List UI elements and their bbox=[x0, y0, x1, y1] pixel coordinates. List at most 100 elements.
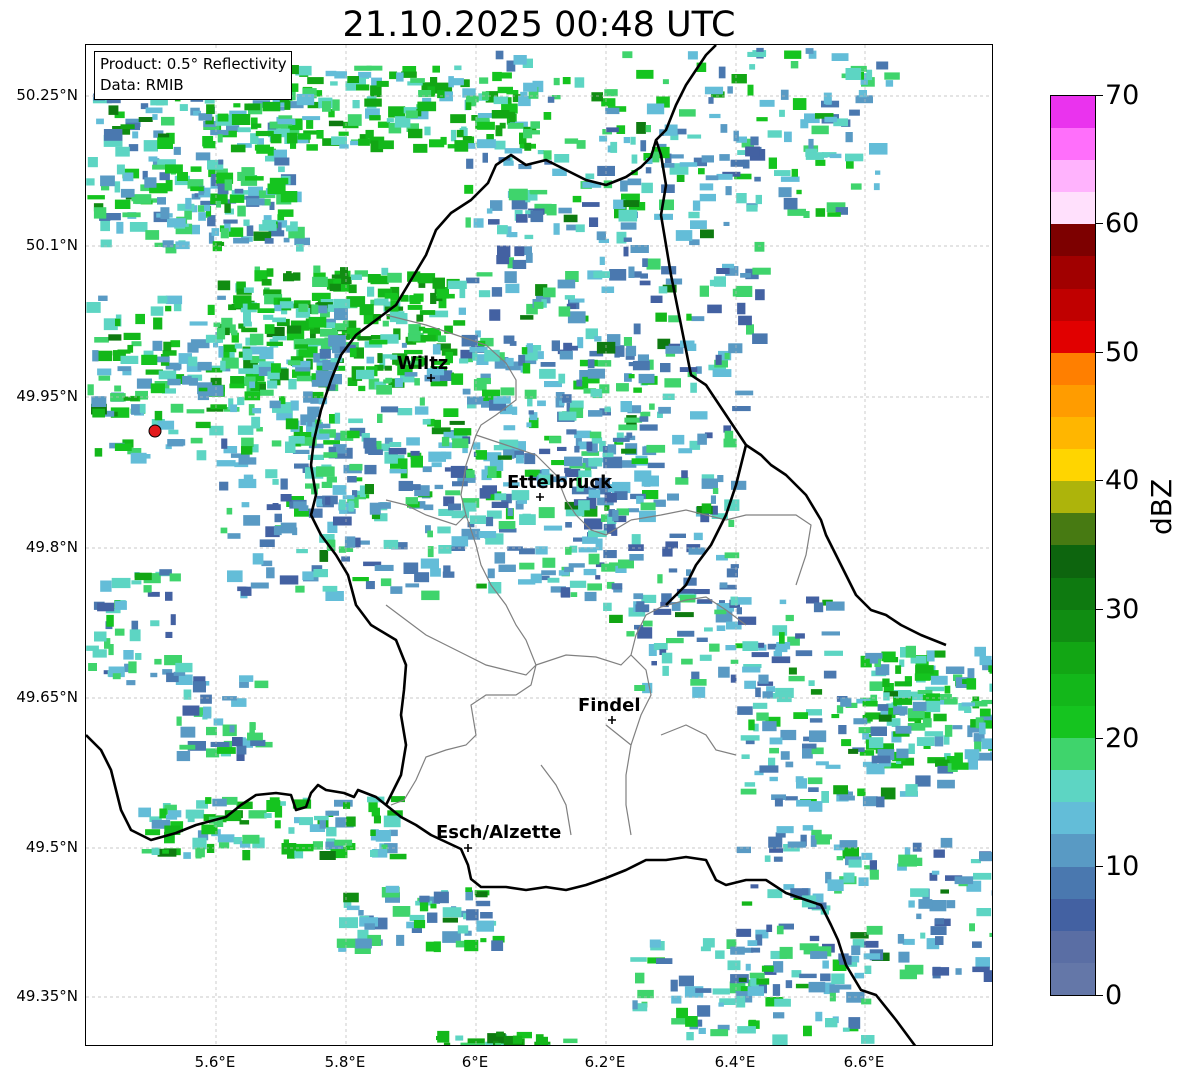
echo-cell bbox=[162, 849, 169, 854]
echo-cell bbox=[462, 388, 471, 395]
echo-cell bbox=[665, 541, 678, 549]
echo-cell bbox=[152, 340, 163, 351]
echo-cell bbox=[458, 307, 466, 315]
echo-cell bbox=[465, 470, 475, 478]
echo-cell bbox=[157, 137, 173, 149]
echo-cell bbox=[144, 177, 157, 188]
echo-cell bbox=[737, 1026, 756, 1034]
echo-cell bbox=[396, 72, 404, 82]
echo-cell bbox=[334, 412, 341, 424]
echo-cell bbox=[755, 289, 765, 301]
echo-cell bbox=[488, 219, 500, 225]
echo-cell bbox=[176, 751, 191, 762]
echo-cell bbox=[935, 759, 950, 767]
echo-cell bbox=[496, 1031, 504, 1037]
echo-cell bbox=[585, 173, 595, 180]
echo-cell bbox=[503, 160, 514, 166]
echo-cell bbox=[478, 290, 491, 298]
echo-cell bbox=[323, 440, 340, 445]
echo-cell bbox=[543, 525, 563, 531]
echo-cell bbox=[810, 689, 823, 695]
echo-cell bbox=[432, 65, 440, 73]
echo-cell bbox=[604, 493, 617, 503]
echo-cell bbox=[158, 370, 177, 380]
echo-cell bbox=[635, 972, 645, 984]
echo-cell bbox=[307, 77, 324, 85]
echo-cell bbox=[389, 442, 402, 447]
echo-cell bbox=[157, 295, 168, 304]
echo-cell bbox=[497, 245, 511, 258]
echo-cell bbox=[430, 903, 437, 909]
echo-cell bbox=[649, 403, 655, 410]
echo-cell bbox=[161, 116, 175, 126]
echo-cell bbox=[723, 221, 730, 226]
echo-cell bbox=[575, 224, 585, 233]
echo-cell bbox=[186, 409, 205, 414]
echo-cell bbox=[476, 920, 494, 932]
echo-cell bbox=[258, 224, 277, 231]
echo-cell bbox=[165, 814, 178, 820]
echo-cell bbox=[108, 105, 119, 115]
echo-cell bbox=[596, 231, 606, 241]
echo-cell bbox=[185, 197, 192, 209]
longitude-label: 6.2°E bbox=[584, 1053, 626, 1071]
echo-cell bbox=[347, 76, 359, 83]
echo-cell bbox=[165, 164, 183, 174]
echo-cell bbox=[587, 359, 595, 369]
echo-cell bbox=[508, 188, 528, 201]
colorbar-tick-label: 40 bbox=[1105, 465, 1140, 496]
echo-cell bbox=[446, 293, 455, 299]
echo-cell bbox=[296, 549, 308, 554]
echo-cell bbox=[934, 918, 945, 925]
echo-cell bbox=[390, 586, 403, 594]
echo-cell bbox=[413, 143, 428, 153]
echo-cell bbox=[150, 306, 164, 316]
echo-cell bbox=[981, 699, 992, 705]
echo-cell bbox=[330, 81, 338, 86]
product-label: Product: 0.5° Reflectivity bbox=[100, 55, 287, 73]
echo-cell bbox=[442, 917, 458, 923]
echo-cell bbox=[623, 246, 629, 257]
echo-cell bbox=[609, 614, 623, 623]
echo-cell bbox=[825, 764, 841, 769]
echo-cell bbox=[681, 658, 693, 665]
echo-cell bbox=[905, 784, 918, 796]
echo-cell bbox=[918, 899, 933, 909]
echo-cell bbox=[640, 502, 656, 511]
echo-cell bbox=[708, 97, 714, 104]
echo-cell bbox=[424, 126, 431, 136]
echo-cell bbox=[759, 765, 779, 773]
echo-cell bbox=[86, 178, 95, 186]
echo-cell bbox=[254, 144, 270, 151]
echo-cell bbox=[640, 140, 647, 152]
echo-cell bbox=[742, 159, 750, 169]
echo-cell bbox=[494, 140, 506, 150]
echo-cell bbox=[829, 153, 842, 159]
echo-cell bbox=[642, 258, 648, 267]
echo-cell bbox=[843, 872, 855, 883]
echo-cell bbox=[376, 385, 392, 395]
echo-cell bbox=[725, 645, 737, 651]
echo-cell bbox=[241, 502, 250, 508]
echo-cell bbox=[523, 129, 533, 139]
echo-cell bbox=[975, 957, 990, 968]
echo-cell bbox=[316, 498, 323, 507]
echo-cell bbox=[452, 481, 468, 487]
echo-cell bbox=[809, 730, 827, 743]
echo-cell bbox=[509, 341, 517, 346]
echo-cell bbox=[795, 650, 813, 657]
echo-cell bbox=[170, 340, 181, 348]
echo-cell bbox=[717, 475, 724, 483]
echo-cell bbox=[114, 385, 122, 392]
radar-map[interactable]: Wiltz Ettelbruck Findel Esch/Alzette bbox=[85, 44, 993, 1046]
echo-cell bbox=[584, 591, 597, 602]
echo-cell bbox=[150, 672, 158, 678]
echo-cell bbox=[650, 295, 663, 303]
echo-cell bbox=[876, 61, 889, 70]
echo-cell bbox=[800, 119, 809, 129]
echo-cell bbox=[153, 317, 163, 330]
echo-cell bbox=[850, 932, 869, 939]
echo-cell bbox=[694, 589, 710, 595]
echo-cell bbox=[796, 778, 807, 789]
echo-cell bbox=[755, 194, 762, 205]
